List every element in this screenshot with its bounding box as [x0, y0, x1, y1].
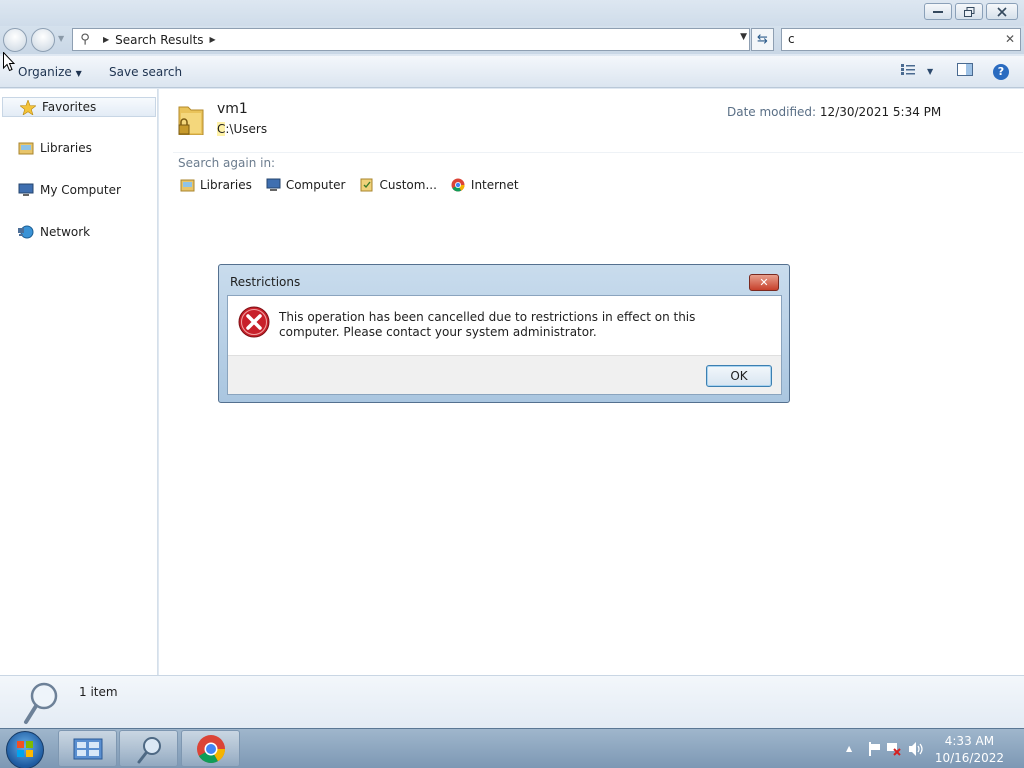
network-disconnected-icon[interactable]	[886, 741, 902, 757]
close-icon	[997, 6, 1007, 17]
close-button[interactable]	[986, 3, 1018, 20]
taskbar-control-panel[interactable]	[58, 730, 117, 767]
sidebar-item-network[interactable]: Network	[18, 225, 90, 239]
refresh-button[interactable]: ⇆	[751, 28, 774, 51]
ok-button[interactable]: OK	[706, 365, 772, 387]
location-label: Custom...	[379, 178, 437, 192]
clock[interactable]: 4:33 AM 10/16/2022	[935, 733, 1004, 767]
location-label: Computer	[285, 178, 346, 192]
window-titlebar	[0, 0, 1024, 26]
chrome-icon	[451, 178, 465, 192]
back-button[interactable]	[3, 28, 27, 52]
chrome-icon	[197, 735, 225, 763]
control-panel-icon	[73, 738, 103, 760]
libraries-icon	[18, 142, 34, 155]
dialog-message: This operation has been cancelled due to…	[279, 310, 696, 339]
windows-logo-icon	[17, 741, 33, 757]
navigation-pane: Favorites Libraries My Computer Network	[0, 89, 158, 675]
window-controls	[924, 3, 1018, 20]
recent-pages-dropdown[interactable]: ▼	[58, 34, 64, 43]
organize-label: Organize	[18, 65, 72, 79]
close-icon: ✕	[759, 276, 769, 289]
address-bar[interactable]: ⚲ ▶ Search Results ▶ ▼	[72, 28, 750, 51]
result-date-modified: Date modified: 12/30/2021 5:34 PM	[727, 105, 941, 119]
dialog-title: Restrictions	[230, 275, 301, 289]
location-label: Internet	[470, 178, 519, 192]
sidebar-item-label: Libraries	[40, 141, 92, 155]
minimize-button[interactable]	[924, 3, 952, 20]
save-search-button[interactable]: Save search	[109, 65, 182, 79]
network-icon	[18, 225, 34, 239]
sidebar-item-label: Network	[40, 225, 91, 239]
chevron-right-icon[interactable]: ▶	[103, 35, 109, 44]
organize-button[interactable]: Organize ▼	[18, 65, 82, 79]
search-input[interactable]: c ✕	[781, 28, 1021, 51]
result-name[interactable]: vm1	[217, 101, 248, 117]
action-center-icon[interactable]	[866, 741, 882, 757]
location-label: Libraries	[200, 178, 252, 192]
volume-icon[interactable]	[908, 741, 924, 757]
dialog-close-button[interactable]: ✕	[749, 274, 779, 291]
clock-time: 4:33 AM	[944, 734, 995, 748]
custom-folder-icon	[360, 178, 373, 192]
path-rest: :\Users	[225, 122, 268, 136]
clock-date: 10/16/2022	[934, 751, 1004, 765]
show-hidden-icons-icon[interactable]: ▲	[846, 744, 852, 753]
taskbar-chrome[interactable]	[181, 730, 240, 767]
date-label: Date modified:	[727, 105, 817, 119]
sidebar-item-label: My Computer	[40, 183, 121, 197]
search-value: c	[788, 32, 795, 46]
chevron-right-icon[interactable]: ▶	[210, 35, 216, 44]
minimize-icon	[933, 10, 943, 13]
search-icon: ⚲	[80, 32, 90, 47]
mouse-cursor-icon	[3, 52, 15, 72]
dialog-body: This operation has been cancelled due to…	[227, 295, 782, 395]
start-button[interactable]	[6, 731, 44, 768]
preview-pane-button[interactable]	[957, 63, 973, 80]
computer-icon	[266, 178, 281, 191]
navigation-bar: ▼ ⚲ ▶ Search Results ▶ ▼ ⇆ c ✕	[0, 26, 1024, 54]
forward-button[interactable]	[31, 28, 55, 52]
system-tray: ▲ 4:33 AM 10/16/2022	[834, 729, 1024, 768]
libraries-icon	[180, 179, 195, 192]
view-options-dropdown-icon[interactable]: ▼	[927, 67, 933, 76]
date-value: 12/30/2021 5:34 PM	[819, 105, 942, 119]
chevron-down-icon: ▼	[75, 69, 82, 78]
search-again-locations: Libraries Computer Custom... Internet	[180, 178, 519, 192]
view-list-icon	[901, 64, 915, 75]
taskbar-search-explorer[interactable]	[119, 730, 178, 767]
help-icon[interactable]: ?	[993, 64, 1009, 80]
item-count: 1 item	[79, 685, 118, 699]
address-dropdown-icon[interactable]: ▼	[740, 32, 747, 42]
taskbar: ▲ 4:33 AM 10/16/2022	[0, 728, 1024, 768]
command-bar: Organize ▼ Save search ▼ ?	[0, 56, 1024, 88]
details-pane: 1 item	[0, 675, 1024, 728]
locked-folder-icon	[178, 106, 204, 135]
clear-search-icon[interactable]: ✕	[1005, 29, 1015, 50]
search-again-custom[interactable]: Custom...	[359, 178, 437, 192]
preview-pane-icon	[957, 63, 973, 76]
search-icon	[137, 737, 161, 764]
search-again-internet[interactable]: Internet	[451, 178, 519, 192]
breadcrumb-search-results[interactable]: Search Results	[115, 33, 203, 47]
restore-button[interactable]	[955, 3, 983, 20]
search-again-label: Search again in:	[178, 156, 276, 170]
list-item[interactable]: vm1 C:\Users Date modified: 12/30/2021 5…	[173, 99, 1023, 153]
sidebar-item-libraries[interactable]: Libraries	[18, 141, 92, 155]
restore-icon	[963, 6, 974, 17]
sidebar-item-favorites[interactable]: Favorites	[2, 97, 156, 117]
sidebar-item-my-computer[interactable]: My Computer	[18, 183, 121, 197]
result-path: C:\Users	[217, 122, 267, 136]
dialog-footer: OK	[228, 355, 781, 394]
star-icon	[20, 99, 36, 115]
search-icon	[24, 682, 58, 724]
search-again-computer[interactable]: Computer	[266, 178, 346, 192]
restrictions-dialog: Restrictions ✕ This operation has been c…	[218, 264, 790, 403]
sidebar-item-label: Favorites	[42, 100, 97, 114]
computer-icon	[18, 183, 34, 196]
change-view-button[interactable]	[901, 63, 915, 80]
refresh-icon: ⇆	[757, 32, 768, 47]
error-icon	[238, 306, 270, 338]
search-again-libraries[interactable]: Libraries	[180, 178, 252, 192]
